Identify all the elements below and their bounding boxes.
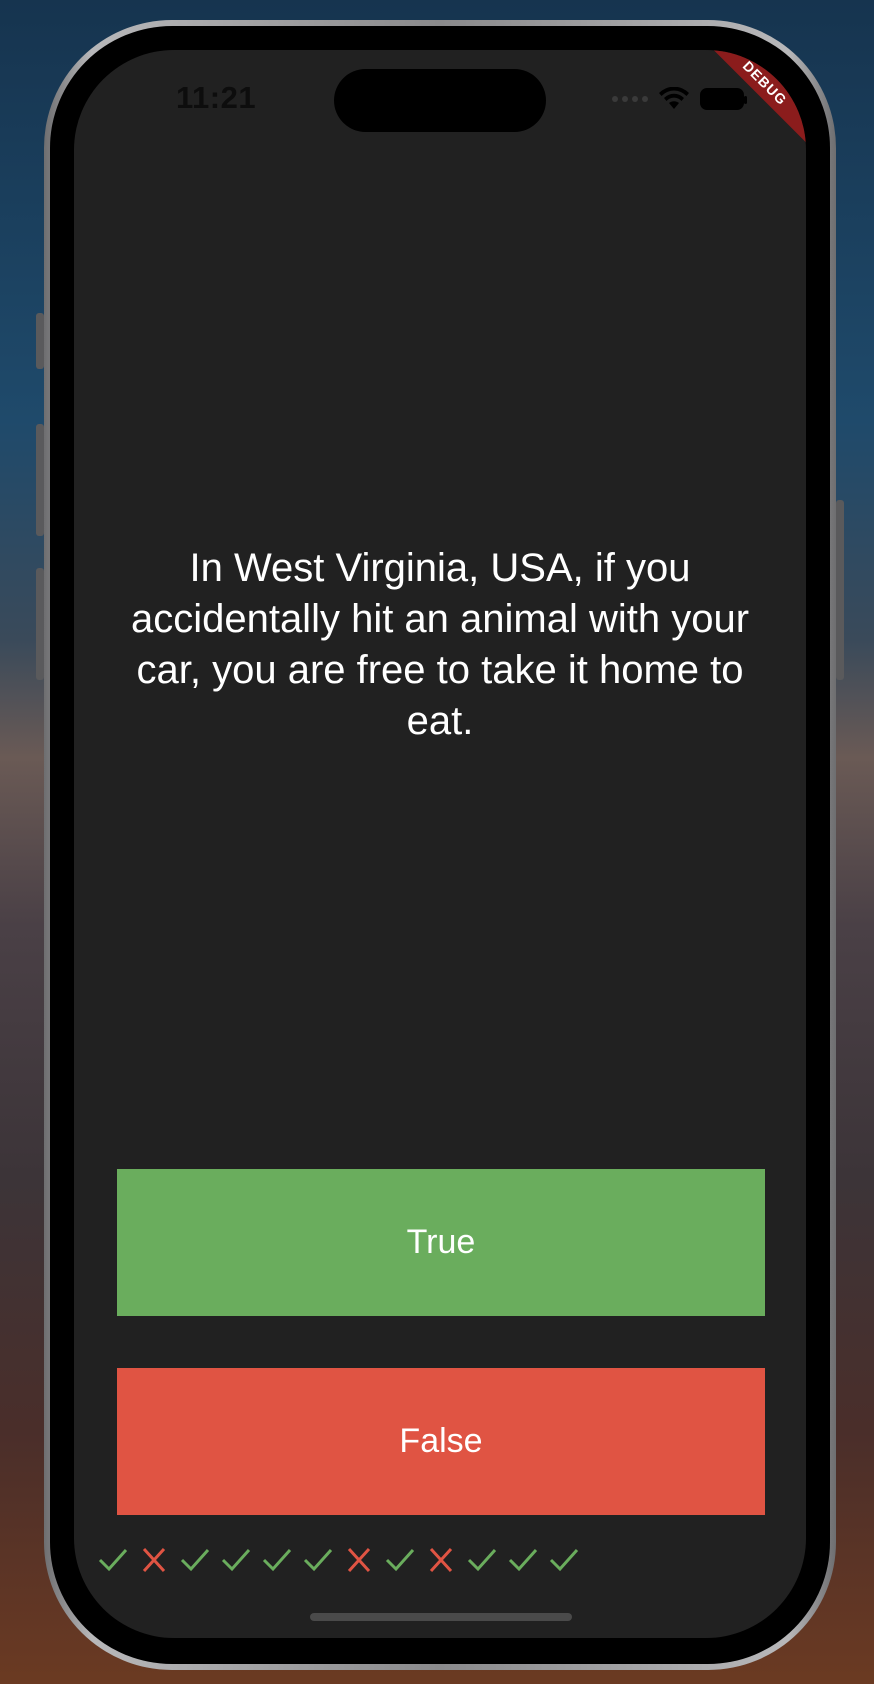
true-button[interactable]: True [117, 1169, 765, 1316]
check-icon [297, 1545, 338, 1575]
check-icon [174, 1545, 215, 1575]
volume-down-button [36, 568, 44, 680]
check-icon [543, 1545, 584, 1575]
check-icon [502, 1545, 543, 1575]
status-icons [612, 84, 747, 114]
question-text: In West Virginia, USA, if you accidental… [130, 546, 750, 743]
cross-icon [420, 1545, 461, 1575]
cellular-signal-icon [612, 96, 648, 102]
action-button [36, 313, 44, 369]
false-button[interactable]: False [117, 1368, 765, 1515]
power-button [836, 500, 844, 680]
false-button-label: False [399, 1422, 483, 1460]
status-time: 11:21 [176, 80, 257, 115]
battery-icon [700, 88, 747, 110]
wifi-icon [659, 87, 689, 109]
check-icon [256, 1545, 297, 1575]
app-screen: 11:21 DEBUG In West Virginia, USA, if yo… [74, 50, 806, 1638]
check-icon [461, 1545, 502, 1575]
check-icon [379, 1545, 420, 1575]
check-icon [92, 1545, 133, 1575]
check-icon [215, 1545, 256, 1575]
cross-icon [133, 1545, 174, 1575]
cross-icon [338, 1545, 379, 1575]
volume-up-button [36, 424, 44, 536]
home-indicator [310, 1613, 572, 1621]
true-button-label: True [406, 1223, 476, 1261]
dynamic-island [334, 69, 546, 132]
score-keeper [92, 1545, 584, 1575]
